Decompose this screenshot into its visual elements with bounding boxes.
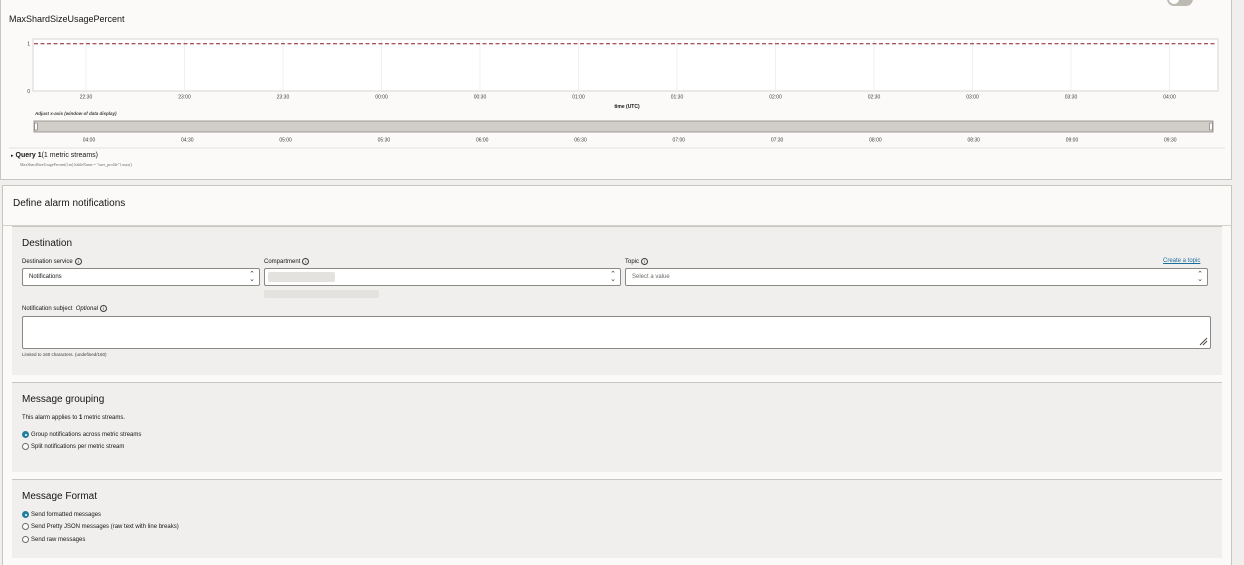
radio-unchecked-icon[interactable]: [22, 443, 29, 450]
applies-suffix: metric streams.: [82, 415, 126, 421]
destination-service-value: Notifications: [29, 274, 62, 280]
info-icon[interactable]: i: [100, 305, 108, 312]
grouping-title: Message grouping: [22, 394, 105, 405]
x-tick-label: 02:00: [769, 95, 782, 101]
info-icon[interactable]: i: [74, 258, 82, 265]
range-handle-left[interactable]: [34, 122, 38, 131]
grouping-applies-text: This alarm applies to 1 metric streams.: [22, 415, 125, 421]
radio-label: Send Pretty JSON messages (raw text with…: [31, 523, 179, 530]
y-axis-ticks: 01: [27, 42, 30, 95]
topic-placeholder: Select a value: [632, 274, 670, 280]
range-tick-label: 04:30: [181, 138, 194, 144]
radio-checked-icon[interactable]: [22, 511, 29, 518]
query-toggle[interactable]: ▸ Query 1(1 metric streams): [11, 152, 98, 159]
range-tick-label: 09:30: [1164, 138, 1177, 144]
range-tick-label: 05:00: [279, 138, 292, 144]
destination-title: Destination: [22, 238, 73, 249]
x-tick-label: 23:30: [277, 95, 290, 101]
radio-label: Send raw messages: [31, 536, 86, 543]
applies-prefix: This alarm applies to: [22, 415, 80, 421]
redacted-compartment-value: [268, 272, 335, 282]
x-tick-label: 01:00: [572, 95, 585, 101]
radio-label: Group notifications across metric stream…: [31, 431, 142, 438]
topic-select[interactable]: Select a value ⌃ ⌄: [625, 268, 1208, 286]
select-chevron-icon: ⌃ ⌄: [1197, 271, 1203, 283]
range-tick-label: 08:00: [869, 138, 882, 144]
destination-service-label-text: Destination service: [22, 259, 73, 266]
x-tick-label: 22:30: [80, 95, 93, 101]
range-tick-label: 05:30: [378, 138, 391, 144]
x-tick-label: 03:30: [1065, 95, 1078, 101]
radio-label: Split notifications per metric stream: [31, 443, 125, 450]
radio-checked-icon[interactable]: [22, 431, 29, 438]
redacted-compartment-path: [264, 290, 379, 298]
query-streams: (1 metric streams): [41, 152, 98, 159]
message-format-section: Message Format Send formatted messages S…: [12, 479, 1222, 558]
range-tick-label: 07:30: [771, 138, 784, 144]
range-axis-ticks: 04:00 04:30 05:00 05:30 06:00 06:30 07:00 07:30…: [83, 138, 1177, 144]
compartment-label-text: Compartment: [264, 259, 301, 266]
topic-label-text: Topic: [625, 259, 640, 266]
x-tick-label: 01:30: [671, 95, 684, 101]
query-expression: MaxShardSizeUsagePercent[1m]{tableName =…: [20, 162, 132, 167]
range-slider-label: Adjust x-axis (window of data display): [35, 111, 117, 116]
notification-subject-label: Notification subject Optional i: [22, 305, 108, 313]
range-slider-track[interactable]: [33, 120, 1214, 133]
range-tick-label: 06:30: [574, 138, 587, 144]
info-icon[interactable]: i: [641, 258, 649, 265]
character-limit-text: Limited to 160 characters. (undefined/16…: [22, 352, 107, 357]
x-tick-label: 04:00: [1163, 95, 1176, 101]
query-label: Query 1: [15, 152, 42, 159]
info-icon[interactable]: i: [302, 258, 310, 265]
radio-raw-messages[interactable]: Send raw messages: [22, 536, 85, 543]
notifications-title: Define alarm notifications: [13, 198, 126, 209]
x-tick-label: 00:30: [474, 95, 487, 101]
x-tick-label: 02:30: [868, 95, 881, 101]
select-chevron-icon: ⌃ ⌄: [249, 271, 255, 283]
create-topic-link[interactable]: Create a topic: [1163, 258, 1200, 264]
compartment-select[interactable]: ⌃ ⌄: [264, 268, 621, 286]
radio-split-notifications[interactable]: Split notifications per metric stream: [22, 443, 124, 450]
range-tick-label: 06:00: [476, 138, 489, 144]
destination-section: Destination Destination service i Notific…: [12, 226, 1222, 375]
radio-unchecked-icon[interactable]: [22, 536, 29, 543]
metric-chart: 01 22:30 23:00 23:30 00:00 00:30 01:00 01:30 02…: [9, 38, 1225, 149]
metric-chart-panel: MaxShardSizeUsagePercent 01 22:30 23:00 23…: [0, 0, 1232, 180]
radio-group-notifications[interactable]: Group notifications across metric stream…: [22, 431, 141, 438]
range-tick-label: 07:00: [673, 138, 686, 144]
select-chevron-icon: ⌃ ⌄: [610, 271, 616, 283]
radio-pretty-json-messages[interactable]: Send Pretty JSON messages (raw text with…: [22, 523, 179, 530]
range-handle-right[interactable]: [1209, 122, 1213, 131]
message-grouping-section: Message grouping This alarm applies to 1…: [12, 382, 1222, 472]
notification-subject-input[interactable]: [22, 316, 1211, 349]
x-axis-ticks: 22:30 23:00 23:30 00:00 00:30 01:00 01:30 02:00…: [80, 95, 1176, 101]
range-tick-label: 04:00: [83, 138, 96, 144]
resize-grip-icon[interactable]: [1199, 337, 1208, 346]
y-tick-label: 1: [27, 42, 30, 48]
destination-service-select[interactable]: Notifications ⌃ ⌄: [22, 268, 260, 286]
radio-unchecked-icon[interactable]: [22, 523, 29, 530]
y-tick-label: 0: [27, 89, 30, 95]
compartment-label: Compartment i: [264, 258, 310, 266]
radio-formatted-messages[interactable]: Send formatted messages: [22, 511, 101, 518]
plot-area: [32, 38, 1219, 92]
x-tick-label: 03:00: [966, 95, 979, 101]
x-tick-label: 23:00: [178, 95, 191, 101]
format-title: Message Format: [22, 491, 98, 502]
caret-right-icon: ▸: [11, 153, 14, 159]
radio-label: Send formatted messages: [31, 511, 102, 518]
range-tick-label: 09:00: [1066, 138, 1079, 144]
topic-label: Topic i: [625, 258, 649, 266]
range-tick-label: 08:30: [967, 138, 980, 144]
x-axis-title: time (UTC): [614, 104, 640, 110]
alarm-notifications-panel: Define alarm notifications Destination D…: [2, 185, 1232, 565]
destination-service-label: Destination service i: [22, 258, 82, 265]
subject-label-text: Notification subject: [22, 306, 73, 313]
optional-tag: Optional: [75, 306, 99, 313]
x-tick-label: 00:00: [375, 95, 388, 101]
